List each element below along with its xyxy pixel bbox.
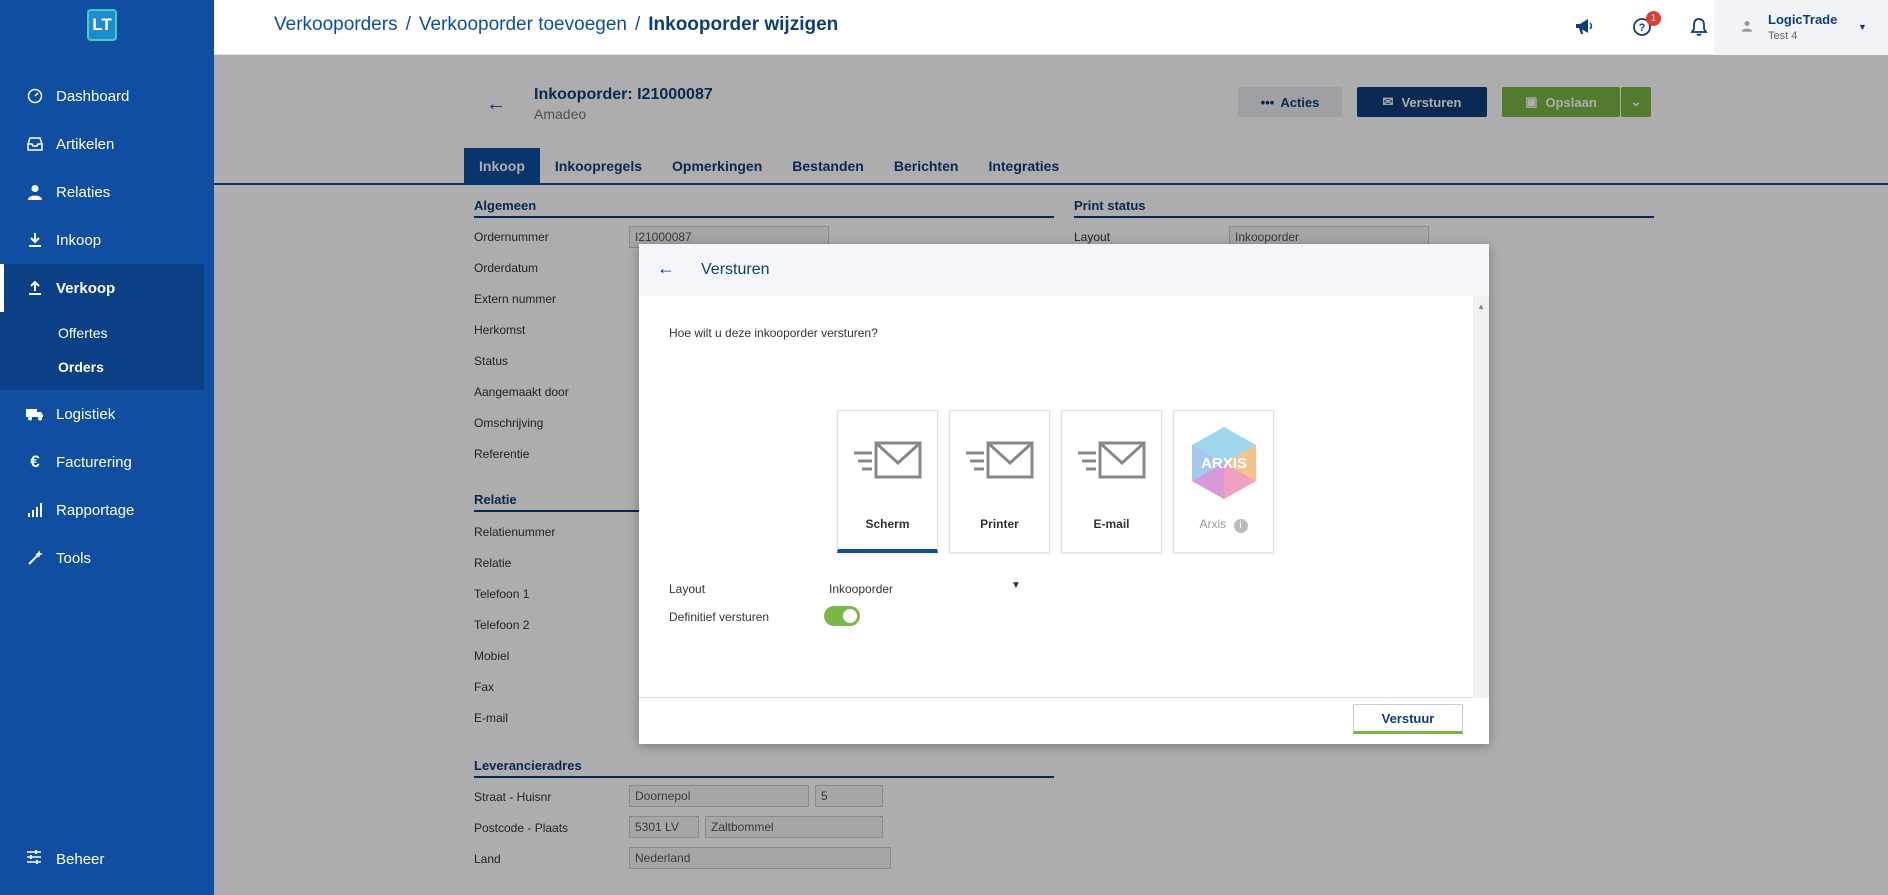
dialog-body: ▲ Hoe wilt u deze inkooporder versturen?…	[639, 296, 1489, 698]
sidebar-item-rapportage[interactable]: Rapportage	[0, 486, 214, 534]
upload-icon	[26, 279, 44, 297]
sidebar-item-tools[interactable]: Tools	[0, 534, 214, 582]
layout-label: Layout	[669, 582, 706, 596]
layout-select[interactable]: Inkooporder	[829, 582, 1029, 596]
breadcrumb-item[interactable]: Verkooporders	[274, 14, 398, 35]
megaphone-icon[interactable]	[1571, 14, 1597, 40]
envelope-icon	[1078, 441, 1146, 479]
dashboard-icon	[26, 87, 44, 105]
euro-icon: €	[30, 452, 40, 471]
dialog-footer: Verstuur	[639, 698, 1489, 744]
back-arrow-icon[interactable]: ←	[657, 258, 675, 279]
user-icon	[26, 183, 44, 201]
sidebar-item-artikelen[interactable]: Artikelen	[0, 120, 214, 168]
sidebar-item-label: Rapportage	[56, 501, 135, 519]
toggle-knob	[843, 609, 857, 623]
wand-icon	[26, 549, 44, 567]
sidebar-item-label: Beheer	[56, 850, 105, 868]
dialog-title: Versturen	[701, 261, 770, 278]
user-subtitle: Test 4	[1768, 30, 1798, 42]
dialog-question: Hoe wilt u deze inkooporder versturen?	[669, 326, 878, 340]
help-icon[interactable]: ? 1	[1629, 11, 1661, 40]
definitief-toggle[interactable]	[824, 606, 860, 626]
sidebar-item-beheer[interactable]: Beheer	[26, 850, 104, 868]
inbox-icon	[26, 135, 44, 153]
sidebar-item-facturering[interactable]: € Facturering	[0, 438, 214, 486]
option-label: E-mail	[1093, 517, 1130, 531]
option-email[interactable]: E-mail	[1061, 410, 1162, 553]
option-label: Printer	[980, 517, 1019, 531]
arxis-logo-text: ARXIS	[1201, 455, 1247, 472]
notification-badge: 1	[1646, 11, 1661, 26]
sidebar-nav: Dashboard Artikelen Relaties Inkoop Verk…	[0, 72, 214, 582]
sidebar-item-dashboard[interactable]: Dashboard	[0, 72, 214, 120]
sidebar-subitem-offertes[interactable]: Offertes	[0, 316, 204, 350]
arxis-label: Arxis	[1199, 517, 1227, 531]
envelope-icon	[966, 441, 1034, 479]
breadcrumb-item[interactable]: Verkooporder toevoegen	[419, 14, 627, 35]
option-label: Arxis i	[1174, 517, 1273, 533]
sidebar: LT Dashboard Artikelen Relaties Inkoop V…	[0, 0, 214, 895]
breadcrumb-separator: /	[405, 14, 411, 35]
sidebar-subitem-orders[interactable]: Orders	[0, 350, 204, 384]
user-menu[interactable]: LogicTrade Test 4 ▼	[1714, 0, 1888, 55]
sidebar-submenu: Offertes Orders	[0, 312, 204, 390]
info-icon[interactable]: i	[1233, 519, 1248, 533]
sidebar-item-label: Verkoop	[56, 279, 116, 297]
sidebar-item-relaties[interactable]: Relaties	[0, 168, 214, 216]
arxis-logo-icon: ARXIS	[1192, 427, 1256, 499]
breadcrumb: Verkooporders / Verkooporder toevoegen / Ink…	[274, 14, 838, 36]
sidebar-item-inkoop[interactable]: Inkoop	[0, 216, 214, 264]
sidebar-item-label: Artikelen	[56, 135, 115, 153]
sidebar-item-label: Tools	[56, 549, 92, 567]
verstuur-button[interactable]: Verstuur	[1353, 704, 1463, 734]
caret-down-icon: ▼	[1858, 22, 1867, 32]
bell-icon[interactable]	[1686, 14, 1712, 40]
signal-icon	[26, 501, 44, 519]
versturen-dialog: ← Versturen ▲ Hoe wilt u deze inkooporde…	[639, 244, 1489, 744]
scroll-up-icon[interactable]: ▲	[1477, 302, 1485, 311]
option-label: Scherm	[865, 517, 910, 531]
sidebar-item-label: Facturering	[56, 453, 132, 471]
option-arxis[interactable]: ARXIS Arxis i	[1173, 410, 1274, 553]
option-scherm[interactable]: Scherm	[837, 410, 938, 553]
sidebar-item-verkoop[interactable]: Verkoop	[0, 264, 204, 312]
svg-text:?: ?	[1639, 22, 1646, 34]
breadcrumb-separator: /	[634, 14, 641, 35]
sidebar-item-label: Relaties	[56, 183, 111, 201]
sidebar-item-label: Inkoop	[56, 231, 102, 249]
breadcrumb-current: Inkooporder wijzigen	[648, 14, 839, 35]
dialog-scrollbar[interactable]: ▲	[1473, 296, 1489, 698]
user-name: LogicTrade	[1768, 12, 1838, 27]
sidebar-item-label: Dashboard	[56, 87, 130, 105]
download-icon	[26, 231, 44, 249]
envelope-icon	[854, 441, 922, 479]
caret-down-icon[interactable]: ▼	[1011, 580, 1021, 591]
sidebar-item-label: Logistiek	[56, 405, 116, 423]
sliders-icon	[26, 850, 44, 868]
user-icon	[1742, 20, 1752, 35]
definitief-label: Definitief versturen	[669, 610, 770, 624]
truck-icon	[26, 405, 44, 423]
dialog-header: ← Versturen	[639, 244, 1489, 296]
sidebar-item-logistiek[interactable]: Logistiek	[0, 390, 214, 438]
app-logo[interactable]: LT	[87, 9, 117, 41]
option-printer[interactable]: Printer	[949, 410, 1050, 553]
topbar: Verkooporders / Verkooporder toevoegen / Ink…	[214, 0, 1888, 55]
